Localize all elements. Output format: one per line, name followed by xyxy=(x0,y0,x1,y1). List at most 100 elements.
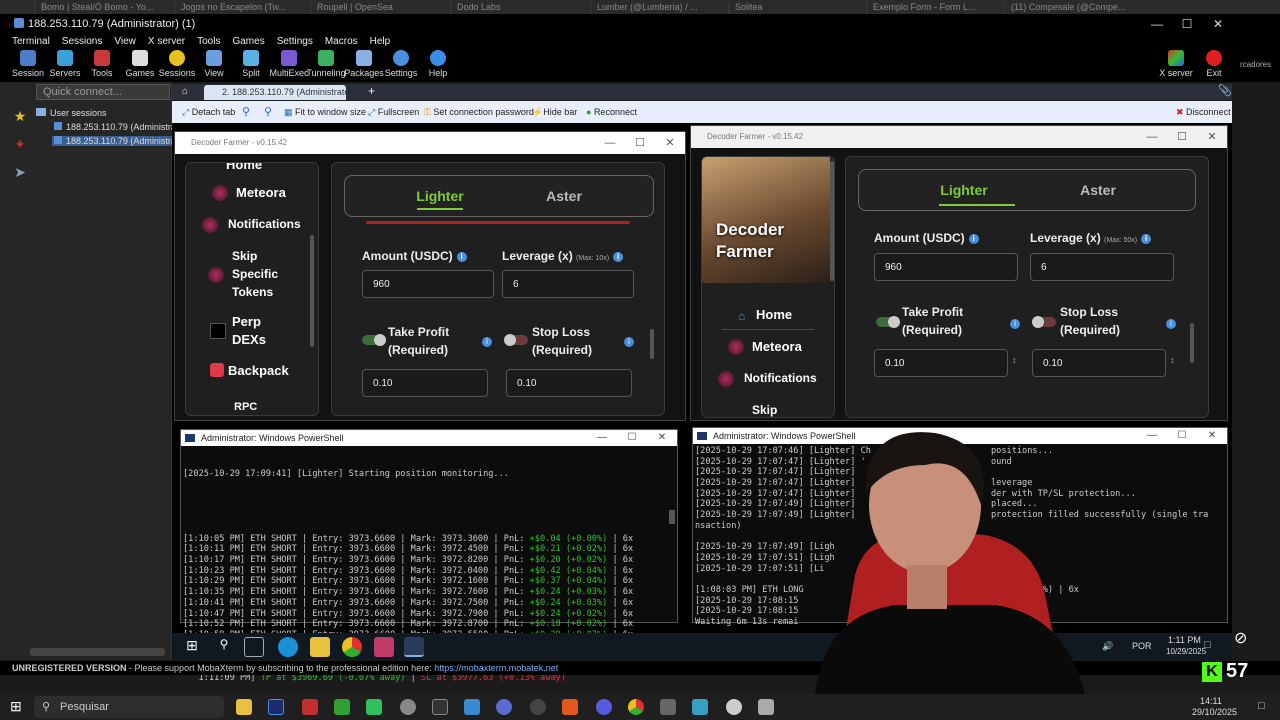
star-icon[interactable]: ★ xyxy=(10,106,30,126)
photoshop-icon[interactable] xyxy=(268,699,284,715)
help-button[interactable]: Help xyxy=(418,50,458,78)
nav-notifications[interactable]: Notifications xyxy=(228,217,301,231)
taskbar-search[interactable]: ⚲ Pesquisar xyxy=(34,696,224,718)
maximize-icon[interactable]: ☐ xyxy=(617,430,647,446)
maximize-icon[interactable]: ☐ xyxy=(1167,428,1197,444)
remote-clock-date[interactable]: 10/29/2025 xyxy=(1166,647,1206,656)
split-button[interactable]: Split xyxy=(231,50,271,78)
close-icon[interactable]: ✕ xyxy=(1197,126,1227,148)
detach-tab-button[interactable]: ⤢ Detach tab xyxy=(182,107,235,118)
menu-xserver[interactable]: X server xyxy=(148,36,185,47)
quick-connect-input[interactable]: Quick connect... xyxy=(36,84,170,100)
hide-bar-button[interactable]: ⚡Hide bar xyxy=(532,107,577,118)
nav-rpc[interactable]: RPC xyxy=(234,401,257,413)
take-profit-toggle[interactable] xyxy=(362,334,386,346)
take-profit-input[interactable]: 0.10 xyxy=(874,349,1008,377)
maximize-icon[interactable]: ☐ xyxy=(1167,126,1197,148)
minimize-icon[interactable]: — xyxy=(1137,126,1167,148)
folder-icon[interactable] xyxy=(310,637,330,657)
notification-icon[interactable]: □ xyxy=(1258,700,1265,712)
tab-aster[interactable]: Aster xyxy=(1043,170,1153,210)
minimize-icon[interactable]: — xyxy=(595,132,625,154)
new-tab-icon[interactable]: + xyxy=(368,84,375,98)
games-button[interactable]: Games xyxy=(120,50,160,78)
menu-view[interactable]: View xyxy=(114,36,136,47)
info-icon[interactable]: i xyxy=(1010,319,1020,329)
clock-time[interactable]: 14:11 xyxy=(1200,696,1222,706)
info-icon[interactable]: i xyxy=(613,251,624,262)
tunneling-button[interactable]: Tunneling xyxy=(306,50,346,78)
send-icon[interactable]: ➤ xyxy=(10,162,30,182)
take-profit-toggle[interactable] xyxy=(876,316,900,328)
stop-loss-toggle[interactable] xyxy=(504,334,528,346)
set-password-button[interactable]: ⚿ Set connection password xyxy=(424,107,534,118)
close-icon[interactable]: ✕ xyxy=(647,430,677,446)
edge-icon[interactable] xyxy=(278,637,298,657)
menu-tools[interactable]: Tools xyxy=(197,36,220,47)
close-icon[interactable]: ✕ xyxy=(1203,14,1233,34)
sessions-button[interactable]: Sessions xyxy=(157,50,197,78)
chrome-icon[interactable] xyxy=(628,699,644,715)
nav-scrollbar[interactable] xyxy=(310,235,314,347)
nav-perp-dexs[interactable]: Perp DEXs xyxy=(232,313,282,349)
close-icon[interactable]: ✕ xyxy=(1197,428,1227,444)
session-button[interactable]: Session xyxy=(8,50,48,78)
settings-button[interactable]: Settings xyxy=(381,50,421,78)
app-icon[interactable] xyxy=(660,699,676,715)
info-icon[interactable]: i xyxy=(968,233,979,244)
speaker-icon[interactable]: 🔊 xyxy=(1102,641,1113,652)
task-view-icon[interactable] xyxy=(244,637,264,657)
app-icon[interactable] xyxy=(366,699,382,715)
info-icon[interactable]: i xyxy=(1166,319,1176,329)
tools-icon[interactable]: ✦ xyxy=(10,134,30,154)
minimize-icon[interactable]: — xyxy=(1142,14,1172,34)
sidebar-scrollbar[interactable] xyxy=(30,648,165,656)
stop-loss-toggle[interactable] xyxy=(1032,316,1056,328)
reconnect-button[interactable]: ● Reconnect xyxy=(586,107,637,117)
nav-home[interactable]: Home xyxy=(226,163,262,172)
app-icon[interactable] xyxy=(692,699,708,715)
packages-button[interactable]: Packages xyxy=(344,50,384,78)
tools-button[interactable]: Tools xyxy=(82,50,122,78)
exit-button[interactable]: Exit xyxy=(1194,50,1234,78)
form-scrollbar[interactable] xyxy=(1190,323,1194,363)
browser-tab[interactable]: Solitea xyxy=(728,2,852,14)
tree-item-session-selected[interactable]: 188.253.110.79 (Administrato xyxy=(52,136,186,146)
stop-loss-input[interactable]: 0.10 xyxy=(1032,349,1166,377)
browser-tab[interactable]: Jogos no Escapelon (Tw... xyxy=(174,2,304,14)
xserver-button[interactable]: X server xyxy=(1156,50,1196,78)
spinner-icon[interactable]: ↕ xyxy=(1170,355,1175,365)
close-icon[interactable]: ✕ xyxy=(655,132,685,154)
powershell-taskbar-icon[interactable] xyxy=(404,637,424,657)
spinner-icon[interactable]: ↕ xyxy=(1012,355,1017,365)
status-link[interactable]: https://mobaxterm.mobatek.net xyxy=(434,663,558,673)
info-icon[interactable]: i xyxy=(1141,233,1152,244)
discord-icon[interactable] xyxy=(596,699,612,715)
app-icon[interactable] xyxy=(726,699,742,715)
browser-tab[interactable]: (11) Compesale (@Compe... xyxy=(1004,2,1128,14)
nav-notifications[interactable]: Notifications xyxy=(744,371,817,385)
attach-icon[interactable]: 📎 xyxy=(1218,84,1232,97)
folder-icon[interactable] xyxy=(236,699,252,715)
maximize-icon[interactable]: ☐ xyxy=(1172,14,1202,34)
app-icon[interactable] xyxy=(530,699,546,715)
amount-input[interactable]: 960 xyxy=(874,253,1018,281)
app-icon[interactable] xyxy=(374,637,394,657)
nav-scrollbar[interactable] xyxy=(830,161,834,281)
language-indicator[interactable]: POR xyxy=(1132,641,1152,651)
nav-meteora[interactable]: Meteora xyxy=(236,185,286,200)
multiexec-button[interactable]: MultiExec xyxy=(269,50,309,78)
chrome-icon[interactable] xyxy=(342,637,362,657)
disconnect-button[interactable]: ✖ Disconnect xyxy=(1176,107,1231,118)
take-profit-input[interactable]: 0.10 xyxy=(362,369,488,397)
menu-macros[interactable]: Macros xyxy=(325,36,358,47)
tree-root-user-sessions[interactable]: User sessions xyxy=(36,108,107,118)
home-icon[interactable]: ⌂ xyxy=(182,86,188,97)
browser-tab[interactable]: Bomo | Steal/Ö Bomo - Yo... xyxy=(34,2,164,14)
form-scrollbar[interactable] xyxy=(650,329,654,359)
menu-sessions[interactable]: Sessions xyxy=(62,36,103,47)
app-icon[interactable] xyxy=(302,699,318,715)
nav-skip[interactable]: Skip xyxy=(752,403,777,417)
menu-settings[interactable]: Settings xyxy=(277,36,313,47)
terminal-scrollbar[interactable] xyxy=(669,510,675,524)
